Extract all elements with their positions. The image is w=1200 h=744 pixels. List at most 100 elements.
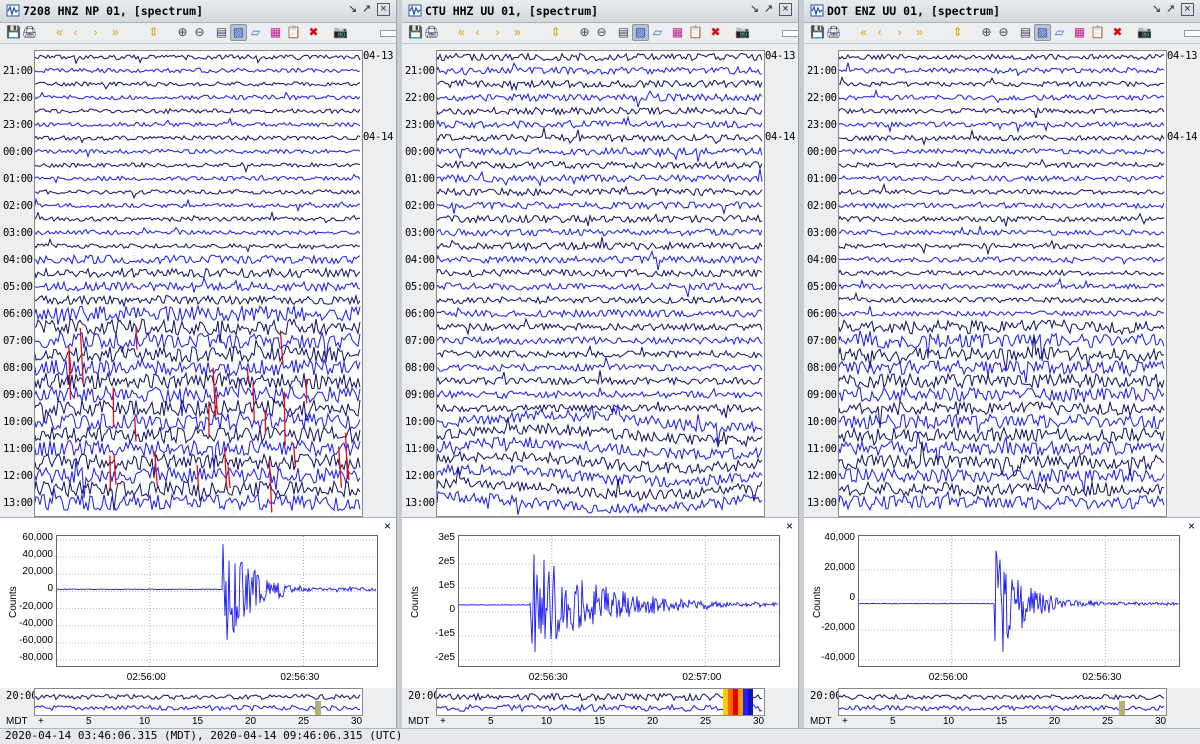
filter-icon[interactable]: ▤ [616,25,631,40]
delete-icon[interactable]: ✖ [708,25,723,40]
scroll-back-small-icon[interactable]: ‹ [68,25,83,40]
spectrum-icon[interactable]: ▨ [230,24,247,41]
helicorder-trace-line [35,119,360,127]
filter-icon[interactable]: ▤ [214,25,229,40]
minimize-icon[interactable]: ↘ [346,3,359,16]
zoom-plus-icon[interactable]: + [842,716,848,727]
event-marker [247,368,249,383]
colormap-icon[interactable]: ▦ [670,25,685,40]
close-window-icon[interactable]: × [377,3,390,16]
overview-strip[interactable] [436,688,765,716]
helicorder-trace-line [839,122,1164,131]
camera-icon[interactable]: 📷 [735,25,750,40]
hour-label: 12:00 [807,470,838,482]
jump-icon[interactable]: ⇕ [146,25,161,40]
helicorder-trace-line [839,130,1164,144]
toolbar-slider[interactable] [1184,30,1200,37]
close-window-icon[interactable]: × [1181,3,1194,16]
maximize-icon[interactable]: ↗ [360,3,373,16]
print-icon[interactable]: 🖨 [826,25,841,40]
clipboard-icon[interactable]: 📋 [688,25,703,40]
export-icon[interactable]: 💾 [6,25,21,40]
scroll-forward-icon[interactable]: » [912,25,927,40]
minimize-icon[interactable]: ↘ [1150,3,1163,16]
zoom-in-icon[interactable]: ⊕ [577,25,592,40]
helicorder-trace-line [839,108,1164,118]
hour-label: 03:00 [807,227,838,239]
print-icon[interactable]: 🖨 [22,25,37,40]
hour-label: 09:00 [3,389,34,401]
helicorder-trace-line [437,251,762,270]
zoom-in-icon[interactable]: ⊕ [175,25,190,40]
zoom-out-icon[interactable]: ⊖ [192,25,207,40]
spectrum-icon[interactable]: ▨ [632,24,649,41]
scroll-back-icon[interactable]: « [52,25,67,40]
export-icon[interactable]: 💾 [408,25,423,40]
close-zoom-icon[interactable]: × [786,519,793,533]
helicorder-trace-line [839,387,1164,402]
close-zoom-icon[interactable]: × [1188,519,1195,533]
helicorder-plot[interactable] [838,50,1167,517]
colormap-icon[interactable]: ▦ [268,25,283,40]
spectrogram-icon[interactable]: ▱ [650,25,665,40]
print-icon[interactable]: 🖨 [424,25,439,40]
minimize-icon[interactable]: ↘ [748,3,761,16]
helicorder-trace-line [437,337,762,344]
clipboard-icon[interactable]: 📋 [1090,25,1105,40]
overview-tick-label: 25 [298,716,309,727]
overview-strip[interactable] [838,688,1167,716]
zoom-in-icon[interactable]: ⊕ [979,25,994,40]
scroll-back-icon[interactable]: « [454,25,469,40]
scroll-back-icon[interactable]: « [856,25,871,40]
scroll-forward-icon[interactable]: » [510,25,525,40]
spectrogram-icon[interactable]: ▱ [248,25,263,40]
scroll-forward-small-icon[interactable]: › [892,25,907,40]
camera-icon[interactable]: 📷 [1137,25,1152,40]
helicorder-plot[interactable] [436,50,765,517]
overview-strip[interactable] [34,688,363,716]
close-window-icon[interactable]: × [779,3,792,16]
camera-icon[interactable]: 📷 [333,25,348,40]
maximize-icon[interactable]: ↗ [1164,3,1177,16]
zoom-waveform-plot[interactable] [858,535,1180,667]
delete-icon[interactable]: ✖ [306,25,321,40]
filter-icon[interactable]: ▤ [1018,25,1033,40]
overview-tick-label: 25 [1102,716,1113,727]
scroll-forward-icon[interactable]: » [108,25,123,40]
y-tick-label: 0 [449,604,455,615]
toolbar-slider[interactable] [380,30,397,37]
zoom-waveform-plot[interactable] [458,535,780,667]
scroll-back-small-icon[interactable]: ‹ [872,25,887,40]
scroll-forward-small-icon[interactable]: › [490,25,505,40]
pane-title: 7208 HNZ NP 01, [spectrum] [23,4,203,18]
helicorder-trace-line [35,199,360,210]
helicorder-trace-line [437,269,762,276]
overview-trace [839,695,1164,700]
date-label: 04-14 [363,131,393,143]
zoom-waveform-plot[interactable] [56,535,378,667]
zoom-out-icon[interactable]: ⊖ [996,25,1011,40]
maximize-icon[interactable]: ↗ [762,3,775,16]
scroll-back-small-icon[interactable]: ‹ [470,25,485,40]
export-icon[interactable]: 💾 [810,25,825,40]
zoom-plus-icon[interactable]: + [440,716,446,727]
toolbar-slider[interactable] [782,30,799,37]
zoom-plus-icon[interactable]: + [38,716,44,727]
helicorder-trace-line [839,241,1164,254]
delete-icon[interactable]: ✖ [1110,25,1125,40]
date-label: 04-14 [1167,131,1197,143]
spectrum-icon[interactable]: ▨ [1034,24,1051,41]
clipboard-icon[interactable]: 📋 [286,25,301,40]
close-zoom-icon[interactable]: × [384,519,391,533]
y-tick-label: 0 [849,592,855,603]
jump-icon[interactable]: ⇕ [548,25,563,40]
hour-label: 22:00 [3,92,34,104]
y-tick-label: 0 [47,583,53,594]
scroll-forward-small-icon[interactable]: › [88,25,103,40]
zoom-out-icon[interactable]: ⊖ [594,25,609,40]
hour-label: 12:00 [405,470,436,482]
jump-icon[interactable]: ⇕ [950,25,965,40]
spectrogram-icon[interactable]: ▱ [1052,25,1067,40]
colormap-icon[interactable]: ▦ [1072,25,1087,40]
helicorder-plot[interactable] [34,50,363,517]
